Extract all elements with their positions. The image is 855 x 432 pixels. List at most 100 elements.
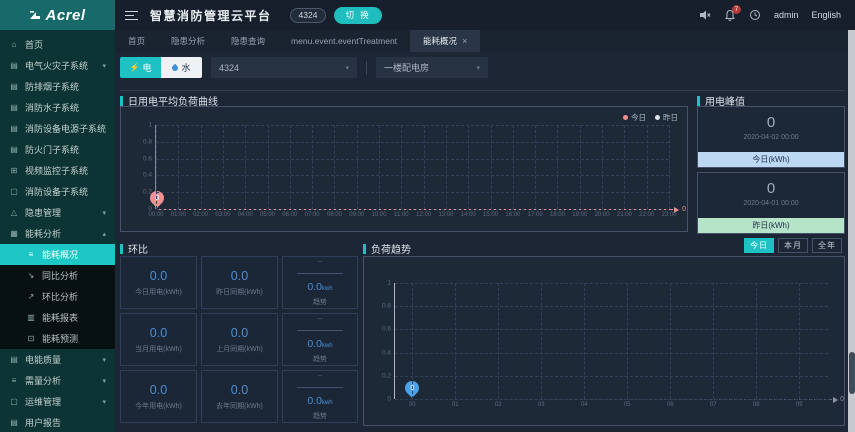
electric-toggle-button[interactable]: ⚡ 电: [120, 57, 161, 78]
x-tick-label: 17:00: [527, 212, 543, 218]
gridline-h: [156, 125, 669, 126]
trend-value: 0.0kwh: [307, 337, 333, 350]
close-icon[interactable]: ×: [462, 36, 467, 46]
tab-隐患分析[interactable]: 隐患分析: [158, 30, 218, 52]
daily-plot-area: 0 0 1 0.8 0.6 0.4 0.2 0 00:00 01:00 02:00 03:00 04…: [143, 122, 686, 219]
clock-icon[interactable]: [749, 9, 761, 21]
sidebar-item[interactable]: ▤ 电气火灾子系统 ▾: [0, 55, 115, 76]
x-tick-label: 05: [623, 402, 631, 408]
x-tick-label: 02: [494, 402, 502, 408]
water-toggle-button[interactable]: 水: [161, 57, 202, 78]
ratio-trend-cell: -- 0.0kwh 趋势: [282, 256, 358, 309]
trend-tab-今日[interactable]: 今日: [744, 238, 774, 253]
tab-menu.event.eventTreatment[interactable]: menu.event.eventTreatment: [278, 30, 410, 52]
ratio-stat-cell: 0.0 上月同期(kWh): [201, 313, 278, 366]
collapse-menu-icon[interactable]: [125, 10, 138, 20]
trend-tab-全年[interactable]: 全年: [812, 238, 842, 253]
gridline-h: [156, 141, 669, 143]
x-tick-label: 07:00: [304, 212, 320, 218]
x-tick-label: 08:00: [326, 212, 342, 218]
x-tick-label: 07: [709, 402, 717, 408]
panel-icon: ▤: [10, 82, 18, 91]
x-tick-label: 13:00: [438, 212, 454, 218]
switch-button[interactable]: 切 换: [334, 6, 382, 24]
sidebar-item[interactable]: ⌂ 首页: [0, 34, 115, 55]
divider: [120, 90, 845, 91]
gridline-v: [627, 283, 629, 399]
peak-card-label: 昨日(kWh): [698, 218, 844, 233]
gridline-v: [646, 125, 648, 209]
gridline-h: [156, 175, 669, 177]
sidebar-item[interactable]: ▦ 能耗分析 ▴: [0, 223, 115, 244]
top-header: 智慧消防管理云平台 4324 切 换 7 admin English: [115, 0, 855, 30]
sidebar-item[interactable]: ▤ 防排烟子系统: [0, 76, 115, 97]
chart-legend: 今日 昨日: [623, 112, 678, 123]
chevron-up-icon: ▴: [102, 230, 106, 238]
sidebar-item[interactable]: ▤ 用户报告: [0, 412, 115, 432]
panel-icon: ▤: [10, 124, 18, 133]
room-select[interactable]: 一楼配电房 ▾: [376, 57, 488, 78]
gridline-v: [557, 125, 559, 209]
tab-首页[interactable]: 首页: [115, 30, 158, 52]
sidebar-subitem[interactable]: ↗ 环比分析: [0, 286, 115, 307]
sidebar-item-label: 防火门子系统: [25, 145, 80, 155]
trend-tab-本月[interactable]: 本月: [778, 238, 808, 253]
mute-speaker-icon[interactable]: [699, 9, 711, 21]
ratio-stat-cell: 0.0 昨日同期(kWh): [201, 256, 278, 309]
sidebar-subitem[interactable]: ↘ 同比分析: [0, 265, 115, 286]
y-tick-label: 0.6: [142, 155, 152, 163]
ratio-stat-cell: 0.0 今日用电(kWh): [120, 256, 197, 309]
forecast-icon: ⊡: [27, 334, 35, 343]
panel-icon: ▤: [10, 61, 18, 70]
sidebar-item[interactable]: ▢ 消防设备子系统: [0, 181, 115, 202]
gridline-v: [423, 125, 425, 209]
up-trend-icon: ↗: [27, 292, 35, 301]
user-name[interactable]: admin: [774, 10, 799, 20]
trend-label: 趋势: [313, 355, 327, 363]
gridline-v: [178, 125, 180, 209]
language-switch[interactable]: English: [811, 10, 841, 20]
trend-panel-title: 负荷趋势: [363, 241, 411, 256]
sidebar-item[interactable]: ⊞ 视频监控子系统: [0, 160, 115, 181]
notification-bell-icon[interactable]: 7: [724, 5, 741, 21]
sidebar-item-label: 首页: [25, 40, 44, 50]
trend-value: 0.0kwh: [307, 394, 333, 407]
axis-arrow-icon: [833, 397, 838, 403]
legend-dot-icon: [623, 115, 628, 120]
scrollbar-thumb[interactable]: [848, 352, 855, 394]
sidebar-item[interactable]: ≡ 需量分析 ▾: [0, 370, 115, 391]
tab-能耗概况[interactable]: 能耗概况 ×: [410, 30, 481, 52]
tab-label: 首页: [128, 36, 146, 46]
sidebar-item[interactable]: ▤ 消防水子系统: [0, 97, 115, 118]
legend-item[interactable]: 今日: [623, 112, 646, 123]
daily-load-chart: 今日 昨日 0 0 1 0.8 0.6 0.4 0.2 0 00:00 01:00 02:00 03…: [120, 106, 688, 232]
tab-label: 能耗概况: [423, 36, 458, 46]
filter-bar: ⚡ 电 水 4324 ▾ 一楼配电房 ▾: [120, 57, 488, 78]
sidebar-subitem-label: 能耗概况: [42, 250, 79, 260]
ratio-trend-cell: -- 0.0kwh 趋势: [282, 313, 358, 366]
chevron-down-icon: ▾: [102, 356, 106, 364]
sidebar-subitem[interactable]: ▥ 能耗报表: [0, 307, 115, 328]
vertical-scrollbar[interactable]: [848, 30, 855, 432]
chevron-down-icon: ▾: [476, 64, 480, 72]
sidebar-item[interactable]: ▢ 运维管理 ▾: [0, 391, 115, 412]
sidebar-subitem[interactable]: ≡ 能耗概况: [0, 244, 115, 265]
stat-label: 今日用电(kWh): [135, 288, 182, 296]
sidebar-item[interactable]: △ 隐患管理 ▾: [0, 202, 115, 223]
sidebar-subitem[interactable]: ⊡ 能耗预测: [0, 328, 115, 349]
legend-item[interactable]: 昨日: [655, 112, 678, 123]
sidebar-item-label: 消防设备电源子系统: [25, 124, 107, 134]
sidebar-item[interactable]: ▤ 消防设备电源子系统: [0, 118, 115, 139]
gridline-v: [245, 125, 247, 209]
stat-value: 0.0: [230, 382, 249, 397]
gridline-v: [222, 125, 224, 209]
tab-隐患查询[interactable]: 隐患查询: [218, 30, 278, 52]
sidebar-item[interactable]: ▤ 电能质量 ▾: [0, 349, 115, 370]
sidebar-item[interactable]: ▤ 防火门子系统: [0, 139, 115, 160]
x-tick-label: 20:00: [594, 212, 610, 218]
ratio-trend-cell: -- 0.0kwh 趋势: [282, 370, 358, 423]
load-trend-chart: 0 0 1 0.8 0.6 0.4 0.2 0 00 01 02 03 04 05 06 07 08 09: [363, 256, 845, 426]
sidebar-item-label: 消防设备子系统: [25, 187, 89, 197]
device-select[interactable]: 4324 ▾: [211, 57, 357, 78]
trend-numerator: --: [317, 372, 323, 380]
